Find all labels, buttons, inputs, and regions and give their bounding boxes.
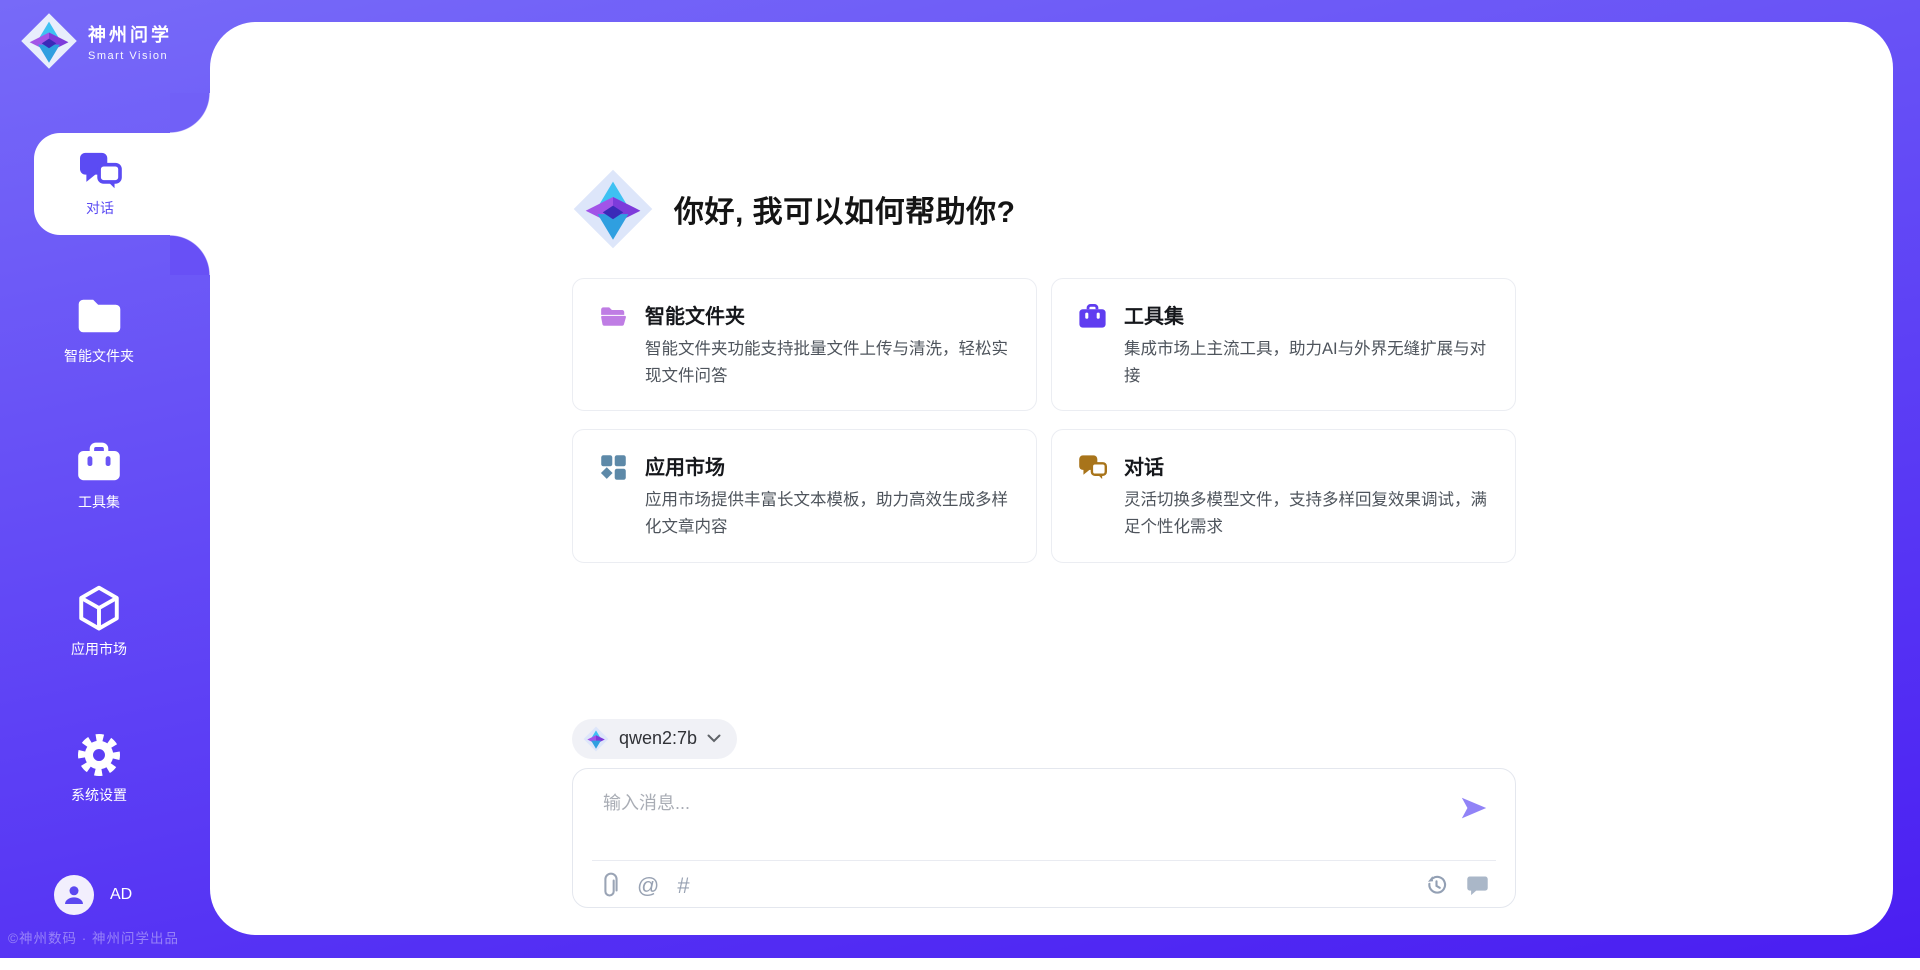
user-initials: AD (110, 886, 132, 904)
open-folder-icon (599, 303, 628, 389)
brand-name: 神州问学 (88, 21, 172, 47)
composer: qwen2:7b (572, 719, 1516, 908)
brand-subtitle: Smart Vision (88, 50, 172, 62)
app-window: 神州问学 Smart Vision 对话 智能文件夹 (0, 0, 1920, 970)
sidebar-item-app-market[interactable]: 应用市场 (0, 588, 198, 659)
greeting-title: 你好, 我可以如何帮助你? (674, 187, 1016, 231)
assistant-diamond-icon (572, 168, 654, 250)
brand-logo: 神州问学 Smart Vision (20, 12, 172, 70)
main-panel: 你好, 我可以如何帮助你? 智能文件夹 智能文件夹功能支持批量文件上传与清洗，轻… (210, 22, 1893, 935)
attachment-icon[interactable] (599, 872, 619, 899)
sidebar-item-toolset[interactable]: 工具集 (0, 441, 198, 512)
message-input-box: @ # (572, 768, 1516, 908)
sidebar-item-label: 工具集 (78, 492, 120, 512)
copyright-text: ©神州数码 · 神州问学出品 (8, 927, 179, 947)
model-selector[interactable]: qwen2:7b (572, 719, 737, 759)
user-account[interactable]: AD (54, 875, 132, 915)
sidebar-item-label: 系统设置 (71, 785, 127, 805)
at-mention-icon[interactable]: @ (637, 875, 659, 897)
card-description: 集成市场上主流工具，助力AI与外界无缝扩展与对接 (1124, 336, 1489, 389)
history-icon[interactable] (1425, 874, 1448, 897)
sidebar-item-label: 应用市场 (71, 639, 127, 659)
tab-curve-bottom (170, 235, 210, 275)
card-description: 灵活切换多模型文件，支持多样回复效果调试，满足个性化需求 (1124, 487, 1489, 540)
feature-cards: 智能文件夹 智能文件夹功能支持批量文件上传与清洗，轻松实现文件问答 (572, 278, 1516, 563)
model-name: qwen2:7b (619, 728, 697, 749)
avatar (54, 875, 94, 915)
briefcase-icon (76, 441, 122, 483)
chat-icon (78, 151, 122, 191)
send-icon[interactable] (1459, 793, 1489, 823)
input-toolbar: @ # (599, 870, 1489, 902)
sidebar-item-settings[interactable]: 系统设置 (0, 734, 198, 805)
chat-icon (1078, 454, 1107, 540)
message-input[interactable] (601, 787, 1425, 849)
gear-icon (78, 734, 120, 776)
brand-diamond-icon (20, 12, 78, 70)
model-diamond-icon (583, 726, 609, 752)
card-app-market[interactable]: 应用市场 应用市场提供丰富长文本模板，助力高效生成多样化文章内容 (572, 429, 1037, 562)
card-description: 智能文件夹功能支持批量文件上传与清洗，轻松实现文件问答 (645, 336, 1010, 389)
folder-icon (76, 295, 123, 337)
sidebar-item-label: 智能文件夹 (64, 346, 134, 366)
card-chat[interactable]: 对话 灵活切换多模型文件，支持多样回复效果调试，满足个性化需求 (1051, 429, 1516, 562)
chevron-down-icon (707, 734, 721, 743)
card-description: 应用市场提供丰富长文本模板，助力高效生成多样化文章内容 (645, 487, 1010, 540)
sidebar-item-label: 对话 (86, 198, 114, 218)
card-smart-folder[interactable]: 智能文件夹 智能文件夹功能支持批量文件上传与清洗，轻松实现文件问答 (572, 278, 1037, 411)
greeting-row: 你好, 我可以如何帮助你? (572, 168, 1516, 250)
person-icon (62, 883, 86, 907)
card-title: 应用市场 (645, 451, 1010, 480)
hash-topic-icon[interactable]: # (677, 875, 689, 897)
app-grid-icon (599, 454, 628, 540)
card-title: 工具集 (1124, 300, 1489, 329)
tab-curve-top (170, 93, 210, 133)
toolbox-icon (1078, 303, 1107, 389)
card-title: 对话 (1124, 451, 1489, 480)
input-divider (592, 860, 1496, 861)
cube-icon (77, 588, 121, 630)
card-toolset[interactable]: 工具集 集成市场上主流工具，助力AI与外界无缝扩展与对接 (1051, 278, 1516, 411)
sidebar-item-chat[interactable]: 对话 (34, 133, 210, 235)
card-title: 智能文件夹 (645, 300, 1010, 329)
sidebar-item-smart-folder[interactable]: 智能文件夹 (0, 295, 198, 366)
comment-bubble-icon[interactable] (1466, 875, 1489, 896)
